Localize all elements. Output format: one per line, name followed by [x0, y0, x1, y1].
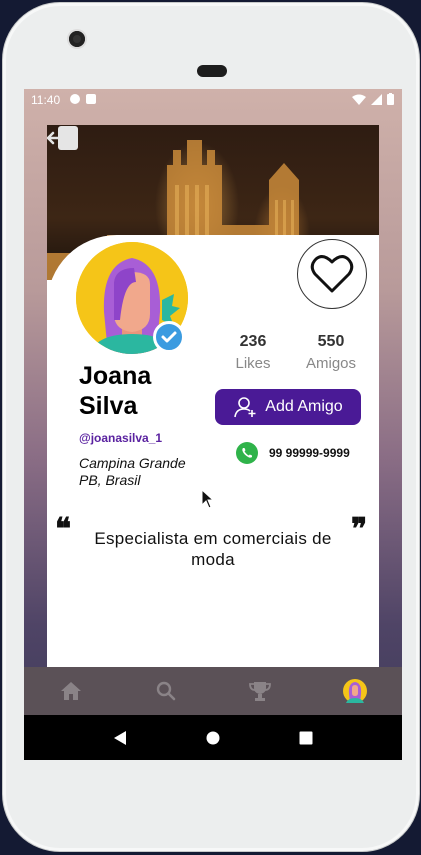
- stat-likes: 236 Likes: [233, 333, 273, 372]
- heart-icon: [310, 255, 354, 293]
- status-time: 11:40: [31, 93, 61, 107]
- stat-friends-value: 550: [317, 333, 345, 350]
- phone-number: 99 99999-9999: [269, 446, 350, 460]
- profile-avatar-icon: [342, 679, 367, 703]
- stat-likes-label: Likes: [235, 355, 271, 372]
- verified-badge-icon: [153, 321, 185, 353]
- add-user-icon: [234, 397, 256, 418]
- nav-ranking[interactable]: [245, 676, 275, 706]
- whatsapp-icon: [236, 442, 258, 464]
- phone-frame: 11:40 236 Likes 550 Amigos Joana Silva @…: [2, 2, 420, 852]
- system-navigation-bar: [24, 715, 402, 760]
- wifi-icon: [352, 94, 366, 105]
- mouse-cursor-icon: [201, 489, 215, 509]
- notification-icon: [70, 94, 80, 104]
- trophy-icon: [249, 682, 272, 701]
- status-bar: 11:40: [24, 89, 402, 111]
- stat-friends-label: Amigos: [305, 355, 357, 372]
- nav-search[interactable]: [151, 676, 181, 706]
- close-quote-icon: ❞: [351, 512, 368, 547]
- signal-icon: [371, 93, 382, 105]
- profile-name: Joana Silva: [79, 362, 152, 420]
- open-quote-icon: ❝: [55, 512, 72, 547]
- earpiece-speaker: [197, 65, 227, 77]
- add-friend-label: Add Amigo: [265, 398, 343, 415]
- logout-icon[interactable]: [47, 125, 79, 151]
- nav-profile[interactable]: [340, 676, 370, 706]
- stat-friends: 550 Amigos: [301, 333, 361, 372]
- recents-icon[interactable]: [299, 731, 313, 745]
- front-camera: [69, 31, 85, 47]
- profile-username[interactable]: @joanasilva_1: [79, 431, 162, 445]
- back-icon[interactable]: [113, 730, 127, 745]
- home-circle-icon[interactable]: [206, 731, 220, 745]
- stat-likes-value: 236: [239, 333, 267, 350]
- profile-bio: Especialista em comerciais de moda: [94, 529, 332, 569]
- bottom-nav: [24, 667, 402, 715]
- add-friend-button[interactable]: Add Amigo: [215, 389, 361, 425]
- battery-icon: [387, 93, 394, 105]
- like-button[interactable]: [297, 239, 367, 309]
- screen: 11:40 236 Likes 550 Amigos Joana Silva @…: [24, 89, 402, 760]
- profile-card: 236 Likes 550 Amigos Joana Silva @joanas…: [47, 125, 379, 667]
- search-icon: [156, 681, 176, 701]
- sd-card-icon: [86, 94, 96, 104]
- phone-contact[interactable]: 99 99999-9999: [235, 441, 350, 465]
- home-icon: [61, 682, 82, 700]
- profile-location: Campina Grande PB, Brasil: [79, 455, 186, 488]
- nav-home[interactable]: [56, 676, 86, 706]
